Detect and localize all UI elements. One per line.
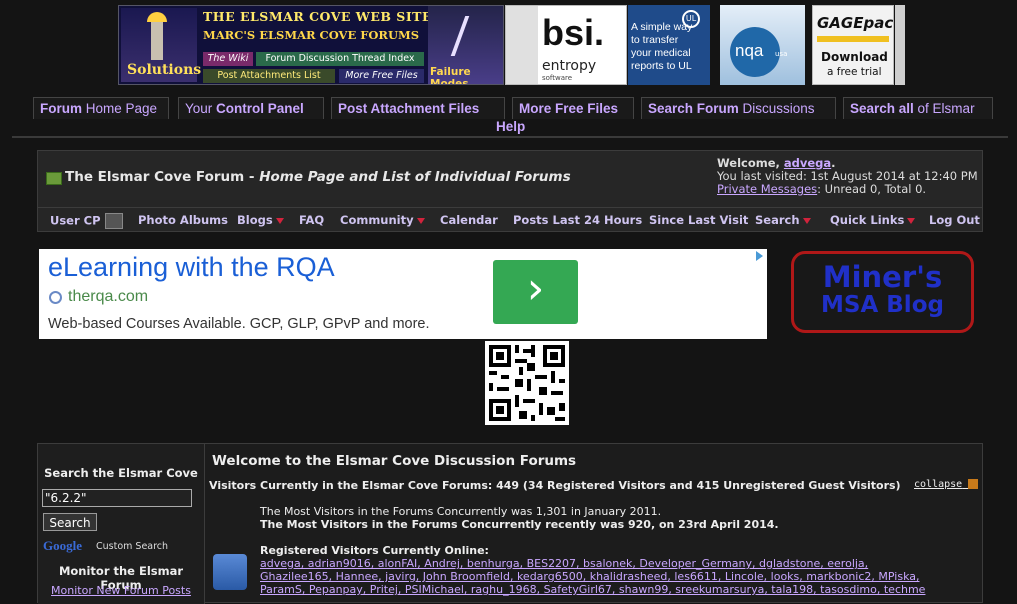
qr-code[interactable] (485, 341, 569, 425)
banner-spacer (895, 5, 905, 85)
most-visitors: The Most Visitors in the Forums Concurre… (260, 505, 662, 518)
ad-body: Web-based Courses Available. GCP, GLP, G… (48, 316, 430, 332)
forum-title-link[interactable]: The Elsmar Cove Forum (65, 169, 244, 185)
users-line-2[interactable]: Ghazilee165, Hannee, javirg, John Broomf… (260, 570, 980, 583)
entropy-sub: software (542, 74, 573, 82)
elsmar-banner[interactable]: Solutions THE ELSMAR COVE WEB SITE MARC'… (118, 5, 504, 85)
pm-counts: : Unread 0, Total 0. (817, 182, 927, 196)
more-free-files-link[interactable]: More Free Files (339, 69, 424, 83)
wiki-link[interactable]: The Wiki (203, 52, 253, 66)
search-button[interactable]: Search (43, 513, 97, 531)
welcome-box: Welcome, advega. You last visited: 1st A… (717, 156, 978, 196)
nav-quick-links[interactable]: Quick Links (830, 213, 916, 227)
nav-calendar[interactable]: Calendar (440, 213, 498, 227)
miners-line2: MSA Blog (821, 292, 944, 318)
monitor-link[interactable]: Monitor New Forum Posts (38, 584, 204, 597)
nqa-ad[interactable]: nqa usa (720, 5, 805, 85)
search-input[interactable] (42, 489, 192, 507)
visitors-line: Visitors Currently in the Elsmar Cove Fo… (209, 479, 901, 492)
nav-blogs[interactable]: Blogs (237, 213, 284, 227)
collapse-icon (968, 479, 979, 489)
nav-control-panel[interactable]: Your Control Panel (178, 97, 324, 119)
dropdown-arrow-icon (802, 217, 811, 224)
nav-forum-home[interactable]: Forum Home Page (33, 97, 169, 119)
nav-search-forum[interactable]: Search Forum Discussions (641, 97, 836, 119)
nav-faq[interactable]: FAQ (299, 213, 324, 227)
miners-msa-blog-link[interactable]: Miner's MSA Blog (791, 251, 974, 333)
forum-folder-icon (46, 172, 62, 185)
google-ad[interactable]: eLearning with the RQA therqa.com Web-ba… (39, 249, 767, 339)
bsi-logo: bsi. (542, 12, 605, 53)
ul-ad[interactable]: A simple way to transfer your medical re… (628, 5, 710, 85)
user-cp-icon (104, 213, 123, 229)
solutions-label: Solutions (127, 62, 202, 78)
bsi-entropy-ad[interactable]: bsi. entropy software (505, 5, 627, 85)
gagepack-download: Download (821, 50, 888, 64)
gagepack-logo: GAGEpack (817, 14, 894, 32)
ul-ad-text: A simple way to transfer your medical re… (631, 21, 693, 72)
thread-index-link[interactable]: Forum Discussion Thread Index (256, 52, 424, 66)
ad-arrow-button[interactable]: › (493, 260, 578, 324)
search-title: Search the Elsmar Cove (44, 466, 198, 480)
elsmar-forums-title: MARC'S ELSMAR COVE FORUMS (203, 28, 420, 42)
welcome-text: Welcome, (717, 156, 784, 170)
adchoices-icon[interactable] (756, 251, 765, 261)
nqa-sub: usa (775, 50, 788, 58)
nav-user-cp[interactable]: User CP (50, 213, 123, 229)
forum-header: The Elsmar Cove Forum - Home Page and Li… (37, 150, 983, 232)
custom-search-label: Custom Search (96, 541, 169, 552)
username-link[interactable]: advega (784, 156, 831, 170)
nav-post-attachment-files[interactable]: Post Attachment Files (331, 97, 505, 119)
users-line-3[interactable]: ParamS, Pepanpay, Pritej, PSIMichael, ra… (260, 583, 980, 596)
miners-line1: Miner's (822, 260, 943, 294)
gagepack-ad[interactable]: GAGEpack Download a free trial (812, 5, 894, 85)
google-logo: Google (43, 538, 82, 553)
users-online-icon (213, 554, 247, 590)
forum-subtitle: Home Page and List of Individual Forums (259, 169, 571, 185)
welcome-title: Welcome to the Elsmar Cove Discussion Fo… (212, 453, 577, 469)
lightning-icon (450, 16, 470, 56)
failure-modes-banner[interactable]: Failure Modes (428, 6, 503, 85)
nqa-label: nqa (735, 41, 764, 60)
nav-log-out[interactable]: Log Out (929, 213, 980, 227)
divider (12, 136, 1008, 138)
gagepack-trial: a free trial (827, 66, 882, 78)
collapse-link[interactable]: collapse (914, 479, 979, 490)
most-visitors-recent: The Most Visitors in the Forums Concurre… (260, 518, 779, 531)
content-area: Welcome to the Elsmar Cove Discussion Fo… (205, 444, 982, 604)
failure-modes-label: Failure Modes (430, 66, 471, 85)
nav-help[interactable]: Help (490, 116, 536, 138)
forum-title: The Elsmar Cove Forum - Home Page and Li… (65, 169, 571, 185)
nav-posts-last-24h[interactable]: Posts Last 24 Hours (513, 213, 642, 227)
nav-photo-albums[interactable]: Photo Albums (138, 213, 228, 227)
nav-search[interactable]: Search (755, 213, 811, 227)
dropdown-arrow-icon (907, 217, 916, 224)
private-messages-link[interactable]: Private Messages (717, 182, 817, 196)
entropy-logo: entropy (542, 58, 597, 74)
top-navigation: Forum Home Page Your Control Panel Post … (0, 97, 1017, 135)
main-panel: Search the Elsmar Cove Search Google Cus… (37, 443, 983, 604)
registered-title: Registered Visitors Currently Online: (260, 544, 489, 557)
ad-headline[interactable]: eLearning with the RQA (48, 252, 335, 283)
chevron-right-icon: › (526, 263, 545, 314)
nav-community[interactable]: Community (340, 213, 425, 227)
nav-search-all[interactable]: Search all of Elsmar (843, 97, 993, 119)
dropdown-arrow-icon (416, 217, 425, 224)
elsmar-site-title: THE ELSMAR COVE WEB SITE (203, 9, 432, 24)
nav-since-last-visit[interactable]: Since Last Visit (649, 213, 748, 227)
users-line-1[interactable]: advega, adrian9016, alonFAI, Andrej, ben… (260, 557, 868, 570)
ul-logo-icon: UL (682, 10, 700, 28)
gagepack-stripe (817, 36, 889, 42)
dropdown-arrow-icon (275, 217, 284, 224)
ad-domain[interactable]: therqa.com (68, 288, 148, 306)
globe-icon (49, 291, 62, 304)
post-attachments-link[interactable]: Post Attachments List (203, 69, 335, 83)
sidebar: Search the Elsmar Cove Search Google Cus… (38, 444, 205, 604)
